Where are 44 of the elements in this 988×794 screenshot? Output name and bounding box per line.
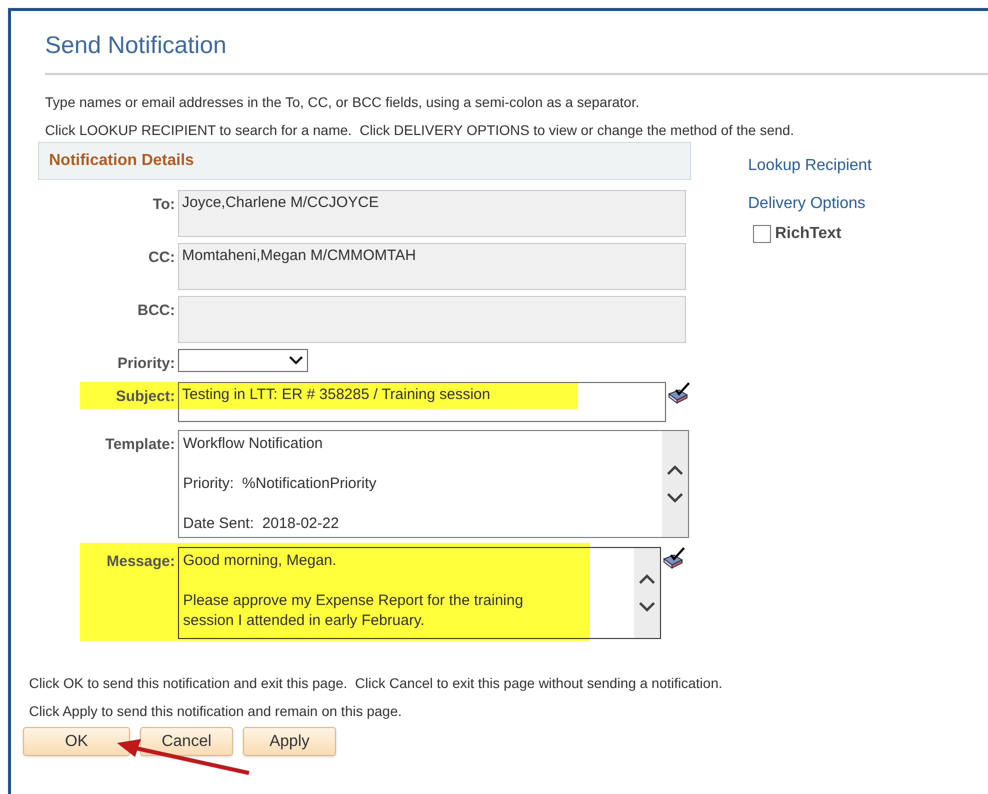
field-label: Template: xyxy=(105,436,175,453)
field-label: CC: xyxy=(148,249,175,266)
checkbox[interactable] xyxy=(753,225,771,243)
button[interactable]: OK xyxy=(23,727,130,756)
input-field[interactable]: Momtaheni,Megan M/CMMOMTAH xyxy=(178,243,686,290)
scroll-up-icon[interactable] xyxy=(667,465,683,475)
instruction-text: Type names or email addresses in the To, CC, or BCC fields, using a semi-colon as a separator. xyxy=(45,94,640,110)
scroll-down-icon[interactable] xyxy=(639,602,655,612)
dropdown[interactable] xyxy=(178,349,308,372)
page-title: Send Notification xyxy=(45,31,226,61)
link[interactable]: Lookup Recipient xyxy=(748,154,872,178)
field-label: Priority: xyxy=(117,355,175,372)
spell-check-icon[interactable] xyxy=(667,382,691,404)
input-field[interactable] xyxy=(178,296,686,343)
field-value: Please approve my Expense Report for the training session I attended in early February. xyxy=(183,591,524,631)
input-field[interactable]: Testing in LTT: ER # 358285 / Training session xyxy=(178,382,666,422)
text-area[interactable]: Workflow Notification Priority: %NotificationPriority Date Sent: 2018-02-22 xyxy=(178,430,689,538)
field-value: Joyce,Charlene M/CCJOYCE xyxy=(182,193,380,213)
button[interactable]: Cancel xyxy=(140,727,233,756)
instruction-text: Click OK to send this notification and exit this page. Click Cancel to exit this page without sending a notification. xyxy=(29,675,722,691)
field-label: Subject: xyxy=(116,388,175,405)
scrollbar[interactable] xyxy=(662,431,688,537)
scroll-down-icon[interactable] xyxy=(667,493,683,503)
field-label: Message: xyxy=(106,553,175,570)
field-value: Date Sent: 2018-02-22 xyxy=(183,514,340,534)
link[interactable]: Delivery Options xyxy=(748,192,866,216)
field-label: To: xyxy=(152,196,175,213)
scroll-up-icon[interactable] xyxy=(639,574,655,584)
field-value: Momtaheni,Megan M/CMMOMTAH xyxy=(182,246,417,266)
checkbox-label: RichText xyxy=(775,224,842,244)
section-title: Notification Details xyxy=(49,151,194,171)
button[interactable]: Apply xyxy=(243,727,336,756)
caret-icon xyxy=(289,356,303,365)
input-field[interactable]: Joyce,Charlene M/CCJOYCE xyxy=(178,190,686,237)
field-value: Testing in LTT: ER # 358285 / Training session xyxy=(182,385,492,405)
spell-check-icon[interactable] xyxy=(662,547,686,569)
field-value: Workflow Notification xyxy=(183,434,324,454)
instruction-text: Click Apply to send this notification and remain on this page. xyxy=(29,703,402,719)
field-value: Priority: %NotificationPriority xyxy=(183,474,378,494)
scrollbar[interactable] xyxy=(634,548,660,638)
instruction-text: Click LOOKUP RECIPIENT to search for a name. Click DELIVERY OPTIONS to view or change the method of the send. xyxy=(45,122,794,138)
field-value: Good morning, Megan. xyxy=(183,551,338,571)
text-area[interactable]: Good morning, Megan. Please approve my Expense Report for the training session I attended in early February. xyxy=(178,547,661,639)
field-label: BCC: xyxy=(138,302,175,319)
